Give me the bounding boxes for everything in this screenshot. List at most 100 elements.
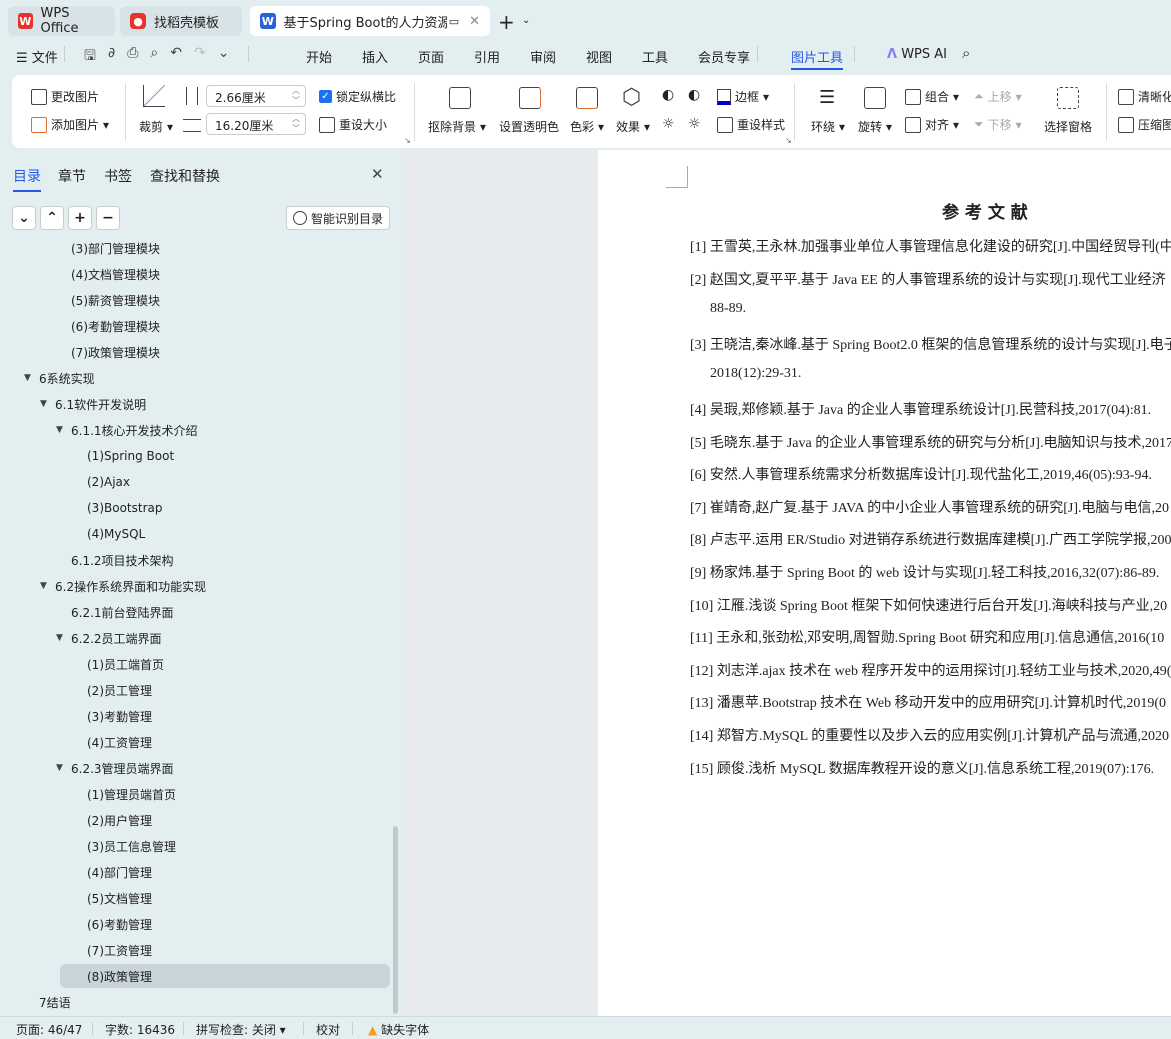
missing-font-button[interactable]: ▲ 缺失字体 xyxy=(368,1021,429,1038)
dialog-launcher-icon[interactable]: ↘ xyxy=(404,136,411,145)
color-button[interactable]: 色彩 ▾ xyxy=(570,118,604,135)
word-count[interactable]: 字数: 16436 xyxy=(105,1021,175,1038)
outline-item[interactable]: 6.2.3管理员端界面 xyxy=(71,756,174,780)
outline-item[interactable]: 6.2操作系统界面和功能实现 xyxy=(55,574,206,598)
expand-arrow-icon[interactable]: ▼ xyxy=(56,763,63,773)
rotate-button[interactable]: 旋转 ▾ xyxy=(858,118,892,135)
outline-item[interactable]: 6.2.1前台登陆界面 xyxy=(71,600,174,624)
move-up-button[interactable]: ⏶ 上移 ▾ xyxy=(974,88,1022,105)
tab-wps-office[interactable]: W WPS Office xyxy=(8,6,115,36)
expand-arrow-icon[interactable]: ▼ xyxy=(40,581,47,591)
menu-member[interactable]: 会员专享 xyxy=(698,47,750,66)
outline-item[interactable]: (3)Bootstrap xyxy=(87,496,162,520)
contrast-increase-icon[interactable]: ☼ xyxy=(662,116,675,132)
print-preview-icon[interactable]: ⌕ xyxy=(150,45,158,69)
selection-pane-button[interactable]: 选择窗格 xyxy=(1044,118,1092,135)
menu-references[interactable]: 引用 xyxy=(474,47,500,66)
outline-item[interactable]: (7)政策管理模块 xyxy=(71,340,160,364)
outline-item[interactable]: (1)Spring Boot xyxy=(87,444,174,468)
outline-item[interactable]: (1)管理员端首页 xyxy=(87,782,176,806)
remove-background-button[interactable]: 抠除背景 ▾ xyxy=(428,118,486,135)
menu-review[interactable]: 审阅 xyxy=(530,47,556,66)
clarify-button[interactable]: 清晰化 xyxy=(1118,88,1171,105)
sidebar-tab-toc[interactable]: 目录 xyxy=(13,166,41,192)
menu-insert[interactable]: 插入 xyxy=(362,47,388,66)
brightness-decrease-icon[interactable]: ◐ xyxy=(688,87,700,103)
outline-item[interactable]: (1)员工端首页 xyxy=(87,652,164,676)
compress-button[interactable]: 压缩图 xyxy=(1118,116,1171,133)
height-input[interactable]: 2.66厘米 ︿ ﹀ xyxy=(206,85,306,107)
change-picture-button[interactable]: 更改图片 xyxy=(31,88,99,105)
reset-style-button[interactable]: 重设样式 xyxy=(717,116,785,133)
outline-item[interactable]: (5)薪资管理模块 xyxy=(71,288,160,312)
contrast-decrease-icon[interactable]: ☼ xyxy=(688,116,701,132)
outline-item[interactable]: (2)员工管理 xyxy=(87,678,152,702)
wps-ai-button[interactable]: Λ WPS AI xyxy=(887,47,947,62)
proofread-button[interactable]: 校对 xyxy=(316,1021,340,1038)
sidebar-tab-find-replace[interactable]: 查找和替换 xyxy=(150,166,220,186)
outline-item[interactable]: (8)政策管理 xyxy=(87,964,152,988)
wrap-button[interactable]: 环绕 ▾ xyxy=(811,118,845,135)
redo-icon[interactable]: ↷ xyxy=(194,45,206,69)
tab-docer[interactable]: ● 找稻壳模板 xyxy=(120,6,242,36)
smart-toc-button[interactable]: 智能识别目录 xyxy=(286,206,390,230)
outline-item[interactable]: (4)工资管理 xyxy=(87,730,152,754)
tab-document[interactable]: W 基于Spring Boot的人力资源管 ▭ ✕ xyxy=(250,6,490,36)
add-picture-button[interactable]: 添加图片 ▾ xyxy=(31,116,109,133)
outline-item[interactable]: 6.2.2员工端界面 xyxy=(71,626,162,650)
collapse-chevron-down-icon[interactable]: ⌄ xyxy=(12,206,36,230)
close-tab-icon[interactable]: ✕ xyxy=(469,14,480,29)
outline-item[interactable]: (4)部门管理 xyxy=(87,860,152,884)
outline-item[interactable]: 6.1.1核心开发技术介绍 xyxy=(71,418,198,442)
crop-button[interactable]: 裁剪 ▾ xyxy=(139,118,173,135)
outline-item[interactable]: (2)Ajax xyxy=(87,470,130,494)
outline-item[interactable]: (7)工资管理 xyxy=(87,938,152,962)
file-menu[interactable]: ☰ 文件 xyxy=(16,47,58,66)
outline-item[interactable]: (3)部门管理模块 xyxy=(71,236,160,260)
expand-arrow-icon[interactable]: ▼ xyxy=(24,373,31,383)
width-input[interactable]: 16.20厘米 ︿ ﹀ xyxy=(206,113,306,135)
menu-view[interactable]: 视图 xyxy=(586,47,612,66)
save-icon[interactable]: 🖫 xyxy=(84,45,96,69)
dialog-launcher-icon[interactable]: ↘ xyxy=(785,136,792,145)
brightness-increase-icon[interactable]: ◐ xyxy=(662,87,674,103)
menu-tools[interactable]: 工具 xyxy=(642,47,668,66)
document-page[interactable]: 参 考 文 献 [1] 王雪英,王永林.加强事业单位人事管理信息化建设的研究[J… xyxy=(598,150,1171,1016)
outline-item[interactable]: (2)用户管理 xyxy=(87,808,152,832)
expand-arrow-icon[interactable]: ▼ xyxy=(56,633,63,643)
spell-check-toggle[interactable]: 拼写检查: 关闭 ▾ xyxy=(196,1021,286,1038)
undo-icon[interactable]: ↶ xyxy=(170,45,182,69)
more-chevron-icon[interactable]: ⌄ xyxy=(218,45,230,69)
spinner[interactable]: ︿ ﹀ xyxy=(292,114,300,134)
outline-item[interactable]: (6)考勤管理模块 xyxy=(71,314,160,338)
expand-arrow-icon[interactable]: ▼ xyxy=(40,399,47,409)
outline-item[interactable]: 7结语 xyxy=(39,990,71,1014)
move-down-button[interactable]: ⏷ 下移 ▾ xyxy=(974,116,1022,133)
effects-button[interactable]: 效果 ▾ xyxy=(616,118,650,135)
add-heading-icon[interactable]: + xyxy=(68,206,92,230)
menu-page[interactable]: 页面 xyxy=(418,47,444,66)
spinner[interactable]: ︿ ﹀ xyxy=(292,86,300,106)
expand-chevron-up-icon[interactable]: ⌃ xyxy=(40,206,64,230)
expand-arrow-icon[interactable]: ▼ xyxy=(56,425,63,435)
close-sidebar-icon[interactable]: ✕ xyxy=(371,165,384,183)
outline-item[interactable]: (4)文档管理模块 xyxy=(71,262,160,286)
align-button[interactable]: 对齐 ▾ xyxy=(905,116,959,133)
outline-item[interactable]: 6.1软件开发说明 xyxy=(55,392,146,416)
outline-item[interactable]: (4)MySQL xyxy=(87,522,145,546)
sidebar-tab-bookmarks[interactable]: 书签 xyxy=(104,166,132,186)
set-transparent-button[interactable]: 设置透明色 xyxy=(499,118,559,135)
outline-item[interactable]: (5)文档管理 xyxy=(87,886,152,910)
menu-picture-tools[interactable]: 图片工具 xyxy=(791,47,844,70)
lock-ratio-checkbox[interactable]: ✓ 锁定纵横比 xyxy=(319,88,396,105)
border-button[interactable]: 边框 ▾ xyxy=(717,88,769,105)
group-button[interactable]: 组合 ▾ xyxy=(905,88,959,105)
new-tab-button[interactable]: + xyxy=(498,10,515,34)
outline-item[interactable]: 6.1.2项目技术架构 xyxy=(71,548,174,572)
outline-item[interactable]: (3)考勤管理 xyxy=(87,704,152,728)
sidebar-scrollbar[interactable] xyxy=(393,826,398,1014)
menu-home[interactable]: 开始 xyxy=(306,47,332,66)
outline-item[interactable]: (3)员工信息管理 xyxy=(87,834,176,858)
outline-item[interactable]: 6系统实现 xyxy=(39,366,95,390)
reset-size-button[interactable]: 重设大小 xyxy=(319,116,387,133)
